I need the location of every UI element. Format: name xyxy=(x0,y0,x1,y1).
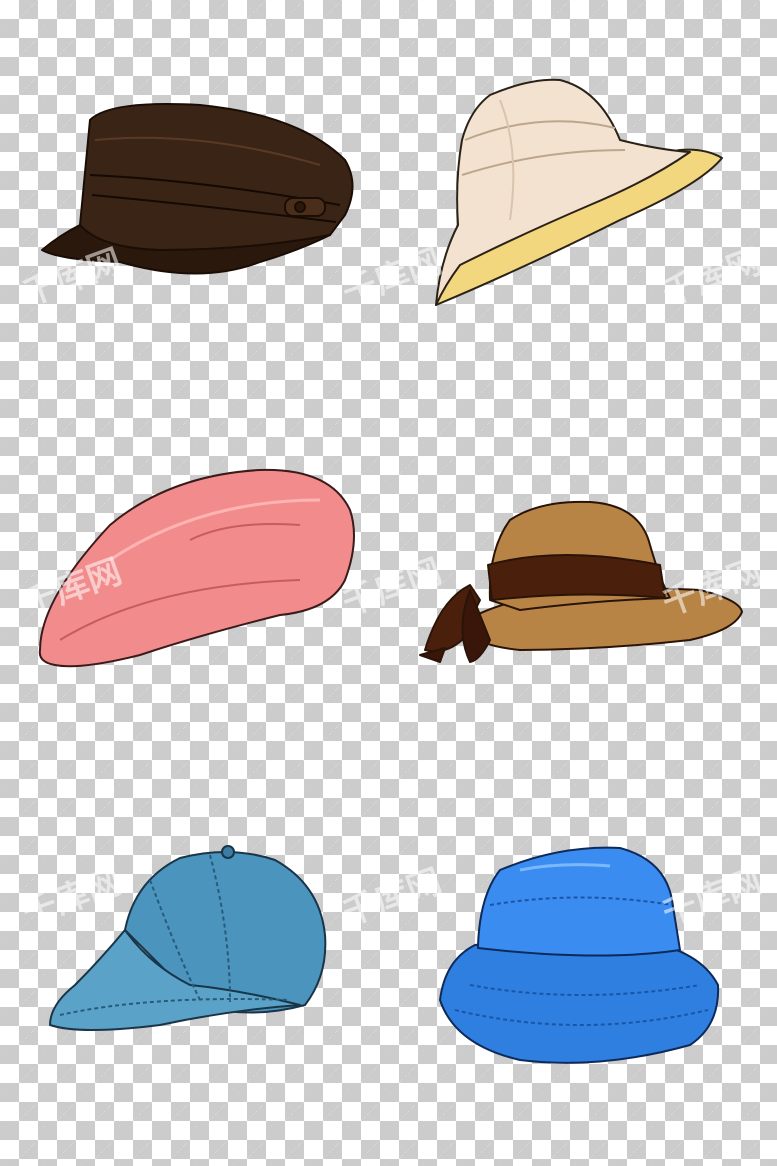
transparent-canvas: 千库网 千库网 千库网 千库网 千库网 千库网 千库网 千库网 千库网 xyxy=(0,0,777,1166)
beret xyxy=(38,468,355,668)
wide-brim-sun-hat xyxy=(435,78,723,306)
cloche-hat-with-bow xyxy=(419,500,743,663)
newsboy-cap xyxy=(41,103,354,275)
baseball-cap xyxy=(49,845,327,1031)
bucket-hat xyxy=(439,846,720,1064)
hat-illustrations xyxy=(38,78,743,1064)
